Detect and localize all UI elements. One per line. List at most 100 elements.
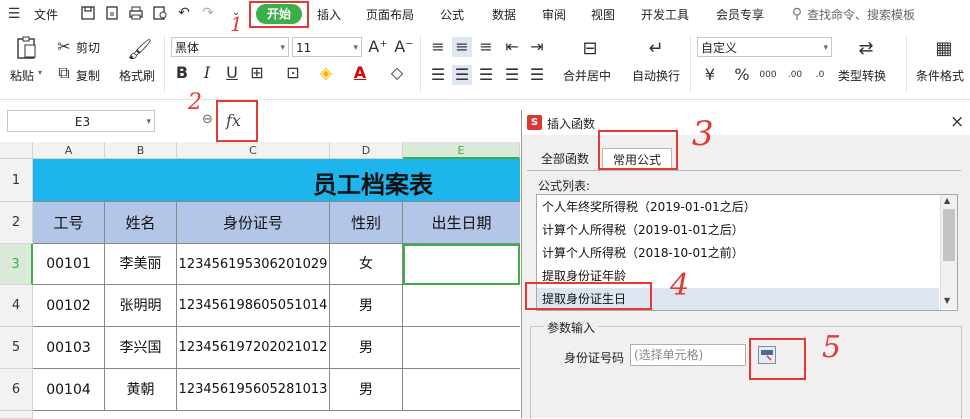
- row-header[interactable]: 5: [0, 327, 33, 369]
- table-cell[interactable]: [403, 327, 520, 369]
- fill-color-icon[interactable]: ◈: [316, 63, 336, 83]
- scroll-down-icon[interactable]: ▼: [944, 296, 950, 305]
- align-left-icon[interactable]: ☰: [428, 65, 448, 85]
- percent-icon[interactable]: %: [732, 65, 752, 85]
- table-cell[interactable]: 黄朝: [105, 369, 177, 411]
- justify-icon[interactable]: ☰: [502, 65, 522, 85]
- name-box[interactable]: E3 ▾: [7, 110, 155, 132]
- align-middle-icon[interactable]: ≡: [452, 37, 472, 57]
- tab-member[interactable]: 会员专享: [716, 6, 764, 23]
- clear-format-icon[interactable]: ◇: [387, 63, 407, 83]
- table-cell[interactable]: 123456198605051014: [177, 285, 330, 327]
- tab-data[interactable]: 数据: [492, 6, 516, 23]
- distributed-icon[interactable]: ☰: [527, 65, 547, 85]
- wrap-text-button[interactable]: 自动换行: [632, 67, 680, 84]
- table-cell[interactable]: 00101: [33, 244, 105, 285]
- header-cell[interactable]: 性别: [330, 202, 403, 244]
- tab-insert[interactable]: 插入: [317, 6, 341, 23]
- file-menu[interactable]: 文件: [34, 6, 58, 23]
- header-cell[interactable]: 工号: [33, 202, 105, 244]
- increase-decimal-icon[interactable]: .00: [785, 65, 805, 85]
- table-cell[interactable]: 00102: [33, 285, 105, 327]
- increase-font-icon[interactable]: A⁺: [368, 37, 388, 57]
- copy-button[interactable]: 复制: [76, 67, 100, 84]
- sheet-title-cell[interactable]: 员工档案表: [33, 159, 520, 202]
- table-cell[interactable]: 男: [330, 369, 403, 411]
- list-item[interactable]: 个人年终奖所得税（2019-01-01之后）: [542, 196, 942, 218]
- indent-increase-icon[interactable]: ⇥: [527, 37, 547, 57]
- table-cell[interactable]: 张明明: [105, 285, 177, 327]
- align-bottom-icon[interactable]: ≡: [476, 37, 496, 57]
- copy-icon[interactable]: ⧉: [54, 63, 74, 83]
- column-header-d[interactable]: D: [330, 142, 403, 159]
- tab-formulas[interactable]: 公式: [440, 6, 464, 23]
- row-header[interactable]: 1: [0, 159, 33, 202]
- currency-icon[interactable]: ¥: [700, 65, 720, 85]
- tab-view[interactable]: 视图: [591, 6, 615, 23]
- tab-all-functions[interactable]: 全部函数: [532, 148, 598, 170]
- indent-decrease-icon[interactable]: ⇤: [502, 37, 522, 57]
- merge-center-icon[interactable]: ⊟: [580, 39, 600, 59]
- select-all-corner[interactable]: [0, 142, 33, 159]
- list-item[interactable]: 计算个人所得税（2019-01-01之后）: [542, 219, 942, 241]
- redo-icon[interactable]: ↷: [200, 5, 216, 21]
- column-header-b[interactable]: B: [105, 142, 177, 159]
- print-icon[interactable]: [128, 5, 144, 21]
- header-cell[interactable]: 身份证号: [177, 202, 330, 244]
- decrease-decimal-icon[interactable]: .0: [810, 65, 830, 85]
- row-header[interactable]: 3: [0, 244, 33, 285]
- cell-style-icon[interactable]: ⊡: [283, 63, 303, 83]
- print-preview-icon[interactable]: [152, 5, 168, 21]
- export-pdf-icon[interactable]: [104, 5, 120, 21]
- number-format-select[interactable]: 自定义 ▾: [697, 37, 832, 57]
- tab-page-layout[interactable]: 页面布局: [366, 6, 414, 23]
- font-color-icon[interactable]: A: [350, 63, 370, 83]
- format-painter-button[interactable]: 格式刷: [119, 67, 155, 84]
- table-cell[interactable]: 男: [330, 285, 403, 327]
- paste-icon[interactable]: [14, 35, 40, 61]
- font-size-select[interactable]: 11 ▾: [292, 37, 362, 57]
- scroll-up-icon[interactable]: ▲: [944, 196, 950, 205]
- format-painter-icon[interactable]: 🖌: [127, 39, 152, 59]
- conditional-format-icon[interactable]: ▦: [934, 39, 954, 59]
- header-cell[interactable]: 姓名: [105, 202, 177, 244]
- decrease-font-icon[interactable]: A⁻: [394, 37, 414, 57]
- underline-icon[interactable]: U: [222, 63, 242, 83]
- undo-icon[interactable]: ↶: [176, 5, 192, 21]
- table-cell[interactable]: [403, 369, 520, 411]
- table-cell[interactable]: 00103: [33, 327, 105, 369]
- command-search[interactable]: 查找命令、搜索模板: [807, 6, 915, 23]
- scroll-thumb[interactable]: [943, 209, 955, 261]
- row-header[interactable]: 2: [0, 202, 33, 244]
- save-icon[interactable]: [80, 5, 96, 21]
- zoom-function-icon[interactable]: ⊖: [202, 112, 213, 127]
- wrap-text-icon[interactable]: ↵: [646, 39, 666, 59]
- font-name-select[interactable]: 黑体 ▾: [171, 37, 289, 57]
- type-convert-icon[interactable]: ⇄: [856, 39, 876, 59]
- table-cell[interactable]: 女: [330, 244, 403, 285]
- row-header[interactable]: 6: [0, 369, 33, 411]
- align-top-icon[interactable]: ≡: [428, 37, 448, 57]
- column-header-a[interactable]: A: [33, 142, 105, 159]
- align-center-icon[interactable]: ☰: [452, 65, 472, 85]
- selected-cell-e3[interactable]: [403, 244, 520, 285]
- bold-icon[interactable]: B: [172, 63, 192, 83]
- borders-icon[interactable]: ⊞: [247, 63, 267, 83]
- table-cell[interactable]: 李美丽: [105, 244, 177, 285]
- paste-button[interactable]: 粘贴: [10, 67, 34, 84]
- table-cell[interactable]: [403, 285, 520, 327]
- type-convert-button[interactable]: 类型转换: [838, 67, 886, 84]
- paste-dropdown-icon[interactable]: ▾: [38, 68, 42, 77]
- conditional-format-button[interactable]: 条件格式: [916, 67, 964, 84]
- tab-review[interactable]: 审阅: [542, 6, 566, 23]
- hamburger-icon[interactable]: ☰: [6, 6, 22, 22]
- align-right-icon[interactable]: ☰: [476, 65, 496, 85]
- table-cell[interactable]: 123456195306201029: [177, 244, 330, 285]
- scissors-icon[interactable]: ✂: [54, 37, 74, 57]
- dialog-titlebar[interactable]: S 插入函数 ×: [522, 110, 970, 135]
- table-cell[interactable]: 男: [330, 327, 403, 369]
- merge-center-button[interactable]: 合并居中: [563, 67, 611, 84]
- row-header[interactable]: 4: [0, 285, 33, 327]
- cut-button[interactable]: 剪切: [76, 39, 100, 56]
- tab-developer[interactable]: 开发工具: [641, 6, 689, 23]
